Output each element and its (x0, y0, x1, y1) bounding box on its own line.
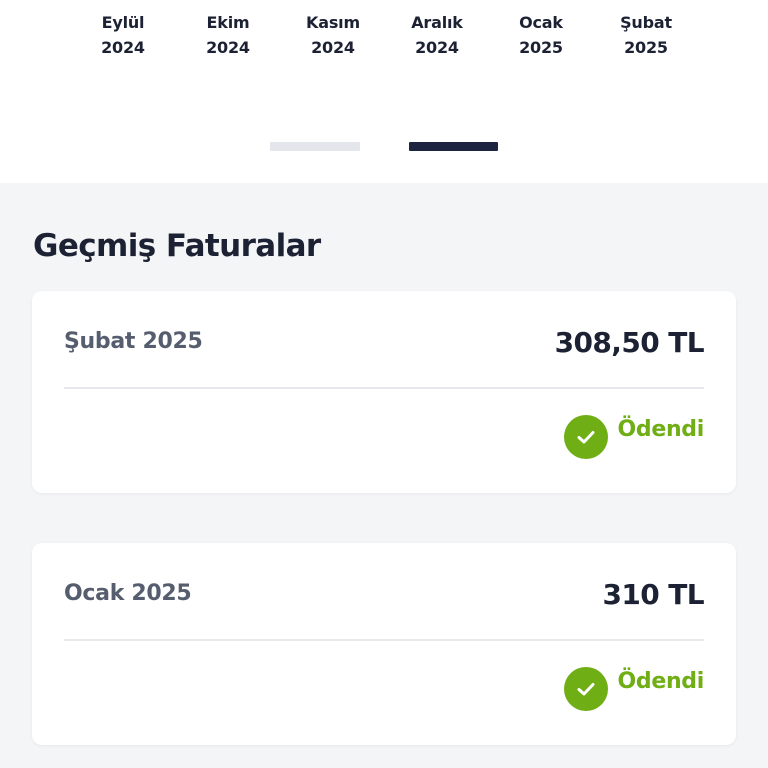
invoice-period: Şubat 2025 (64, 329, 203, 354)
card-divider (64, 639, 704, 641)
pager-indicator-1[interactable] (270, 142, 360, 151)
month-tab-year: 2024 (415, 38, 459, 57)
invoice-card[interactable]: Şubat 2025 308,50 TL Ödendi (32, 291, 736, 493)
month-selector-panel: Eylül 2024 Ekim 2024 Kasım 2024 Aralık 2… (0, 0, 768, 183)
month-tab-year: 2024 (311, 38, 355, 57)
month-tab-aralik-2024[interactable]: Aralık 2024 (387, 10, 487, 60)
checkmark-glyph (577, 683, 595, 696)
invoice-card[interactable]: Ocak 2025 310 TL Ödendi (32, 543, 736, 745)
month-tab-name: Şubat (620, 13, 672, 32)
month-tab-year: 2024 (206, 38, 250, 57)
invoice-status: Ödendi (617, 417, 704, 442)
checkmark-glyph (577, 431, 595, 444)
month-tab-ekim-2024[interactable]: Ekim 2024 (178, 10, 278, 60)
card-divider (64, 387, 704, 389)
month-tabs: Eylül 2024 Ekim 2024 Kasım 2024 Aralık 2… (0, 10, 768, 70)
month-tab-subat-2025[interactable]: Şubat 2025 (596, 10, 696, 60)
month-tab-name: Ocak (519, 13, 563, 32)
month-tab-name: Aralık (411, 13, 463, 32)
month-tab-year: 2024 (101, 38, 145, 57)
month-tab-name: Eylül (101, 13, 145, 32)
month-tab-name: Ekim (206, 13, 250, 32)
invoice-period: Ocak 2025 (64, 581, 192, 606)
month-tab-year: 2025 (624, 38, 668, 57)
pager-indicator-2-active[interactable] (409, 142, 498, 151)
invoice-amount: 308,50 TL (554, 326, 705, 359)
month-tab-name: Kasım (306, 13, 360, 32)
month-tab-year: 2025 (519, 38, 563, 57)
checkmark-icon (564, 667, 608, 711)
checkmark-icon (564, 415, 608, 459)
invoice-status: Ödendi (617, 669, 704, 694)
section-title: Geçmiş Faturalar (33, 228, 321, 264)
invoice-amount: 310 TL (602, 578, 704, 611)
month-tab-kasim-2024[interactable]: Kasım 2024 (283, 10, 383, 60)
month-tab-eylul-2024[interactable]: Eylül 2024 (73, 10, 173, 60)
month-tab-ocak-2025[interactable]: Ocak 2025 (491, 10, 591, 60)
